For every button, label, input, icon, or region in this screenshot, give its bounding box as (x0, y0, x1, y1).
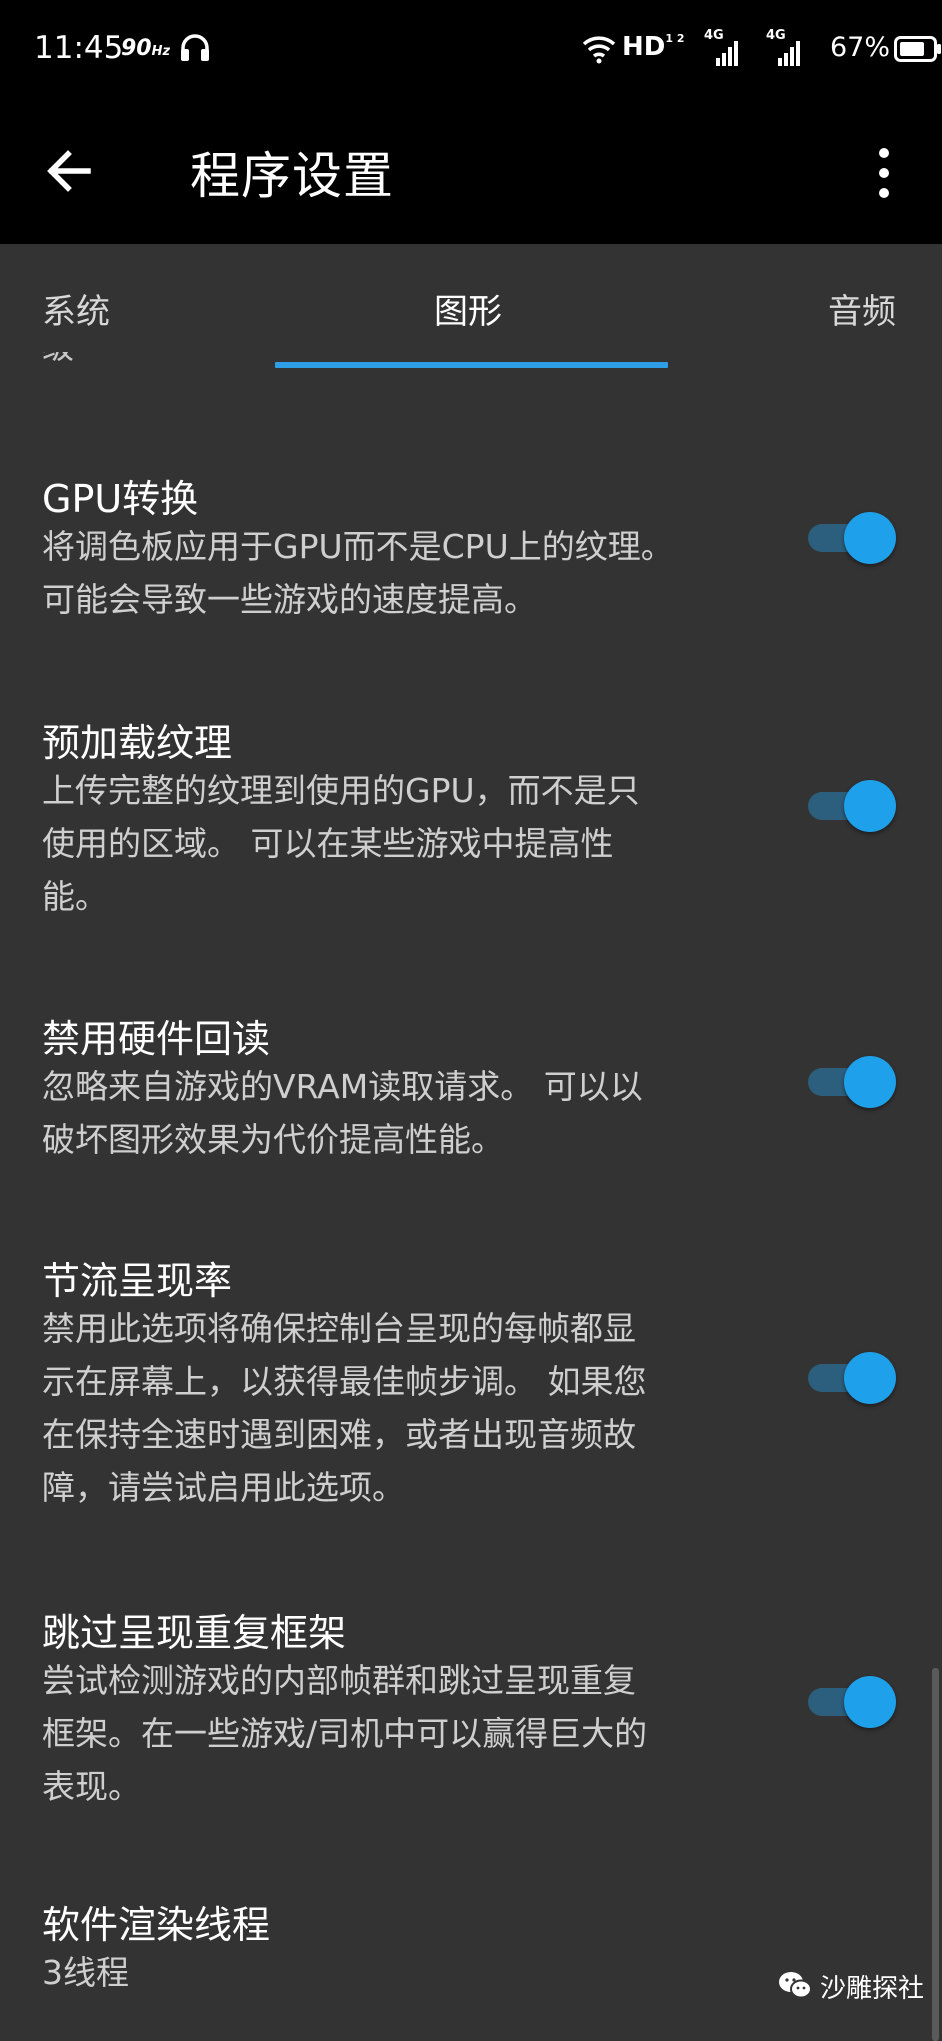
setting-title: 禁用硬件回读 (42, 1017, 271, 1061)
signal-icon-2 (778, 40, 802, 70)
hd-label: HD1 2 (622, 32, 685, 62)
setting-title: 预加载纹理 (42, 721, 233, 765)
more-vert-icon[interactable] (862, 144, 906, 202)
tab-audio[interactable]: 音频 (828, 284, 896, 333)
setting-description: 忽略来自游戏的VRAM读取请求。 可以以 破坏图形效果为代价提高性能。 (42, 1067, 643, 1159)
refresh-rate: 90Hz (121, 36, 171, 61)
toggle-switch[interactable] (808, 1350, 896, 1406)
arrow-back-icon[interactable] (44, 146, 94, 196)
toggle-switch[interactable] (808, 778, 896, 834)
setting-title: 节流呈现率 (42, 1259, 233, 1303)
partial-list-item: 级 (42, 352, 102, 370)
switch-thumb (844, 780, 896, 832)
setting-disable-hardware-readback[interactable]: 禁用硬件回读 忽略来自游戏的VRAM读取请求。 可以以 破坏图形效果为代价提高性… (0, 1008, 942, 1168)
switch-thumb (844, 512, 896, 564)
scrollbar[interactable] (932, 1668, 939, 2041)
battery-icon (894, 36, 942, 66)
setting-description: 禁用此选项将确保控制台呈现的每帧都显 示在屏幕上，以获得最佳帧步调。 如果您 在… (42, 1309, 647, 1507)
app-bar: 程序设置 (0, 100, 942, 244)
setting-value: 3线程 (42, 1953, 129, 1992)
tab-system[interactable]: 系统 (42, 284, 110, 333)
setting-description: 将调色板应用于GPU而不是CPU上的纹理。 可能会导致一些游戏的速度提高。 (42, 527, 674, 619)
status-icons: HD1 2 4G 4G 67% (582, 28, 942, 70)
tab-indicator (275, 362, 668, 368)
headphone-icon (180, 34, 210, 66)
tab-graphics[interactable]: 图形 (434, 284, 502, 333)
switch-thumb (844, 1676, 896, 1728)
status-time: 11:45 (34, 30, 124, 66)
wifi-icon (582, 34, 616, 68)
setting-preload-textures[interactable]: 预加载纹理 上传完整的纹理到使用的GPU，而不是只 使用的区域。 可以在某些游戏… (0, 712, 942, 922)
setting-description: 尝试检测游戏的内部帧群和跳过呈现重复 框架。在一些游戏/司机中可以赢得巨大的 表… (42, 1661, 648, 1806)
tab-bar: 系统 图形 音频 (0, 244, 942, 368)
switch-thumb (844, 1056, 896, 1108)
setting-title: 跳过呈现重复框架 (42, 1611, 347, 1655)
toggle-switch[interactable] (808, 1674, 896, 1730)
setting-title: 软件渲染线程 (42, 1903, 271, 1947)
setting-description: 上传完整的纹理到使用的GPU，而不是只 使用的区域。 可以在某些游戏中提高性 能… (42, 771, 640, 916)
setting-title: GPU转换 (42, 477, 199, 521)
setting-throttle-present-rate[interactable]: 节流呈现率 禁用此选项将确保控制台呈现的每帧都显 示在屏幕上，以获得最佳帧步调。… (0, 1250, 942, 1520)
battery-percent: 67% (830, 32, 891, 63)
page-title: 程序设置 (190, 147, 394, 205)
switch-thumb (844, 1352, 896, 1404)
watermark-text: 沙雕探社 (820, 1974, 925, 2004)
toggle-switch[interactable] (808, 1054, 896, 1110)
status-bar: 11:45 90Hz HD1 2 4G 4G 67% (0, 0, 942, 100)
wechat-icon (778, 1970, 812, 2004)
toggle-switch[interactable] (808, 510, 896, 566)
setting-skip-duplicate-frames[interactable]: 跳过呈现重复框架 尝试检测游戏的内部帧群和跳过呈现重复 框架。在一些游戏/司机中… (0, 1602, 942, 1812)
signal-icon-1 (716, 40, 740, 70)
setting-gpu-texture-conversion[interactable]: GPU转换 将调色板应用于GPU而不是CPU上的纹理。 可能会导致一些游戏的速度… (0, 468, 942, 628)
